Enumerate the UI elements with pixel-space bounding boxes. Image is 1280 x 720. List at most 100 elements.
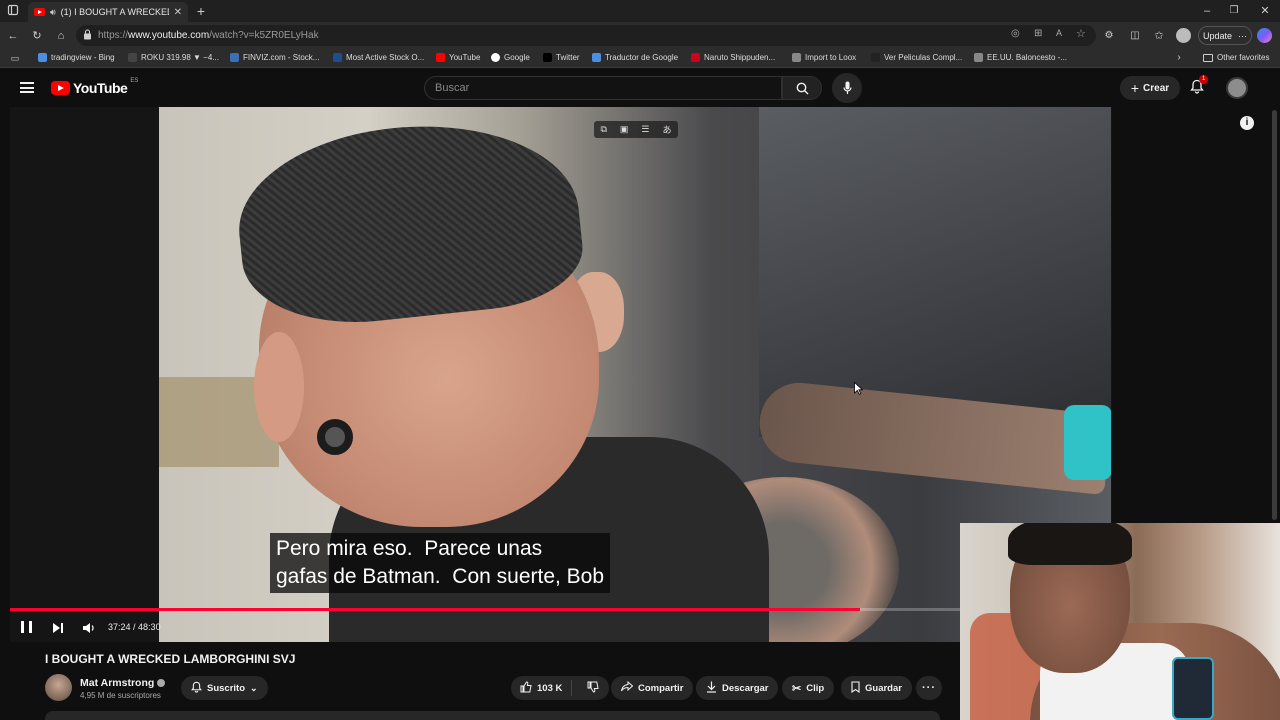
copilot-icon[interactable] — [1257, 28, 1272, 43]
reading-list-icon[interactable]: ▭ — [8, 51, 22, 65]
extensions-icon[interactable]: ⚙ — [1102, 29, 1116, 43]
share-button[interactable]: Compartir — [611, 676, 694, 700]
restore-icon[interactable]: ❐ — [1227, 4, 1241, 18]
bookmark-label: YouTube — [449, 53, 481, 62]
speaker-icon[interactable]: 🔊︎ — [50, 7, 56, 18]
s-icon — [691, 53, 700, 62]
ticker-icon — [128, 53, 137, 62]
youtube-header: YouTube ES Buscar + Crear 1 — [0, 68, 1280, 108]
volume-icon[interactable] — [82, 621, 96, 639]
chevron-down-icon: ⌄ — [250, 682, 258, 693]
create-label: Crear — [1143, 82, 1170, 94]
minimize-icon[interactable]: – — [1200, 4, 1214, 18]
subtitle-line-2: gafas de Batman. Con suerte, Bob — [276, 565, 605, 588]
other-favorites[interactable]: Other favorites — [1203, 53, 1269, 62]
bookmark-item[interactable]: Twitter — [543, 53, 580, 62]
page-icon — [974, 53, 983, 62]
save-button[interactable]: Guardar — [841, 676, 912, 700]
info-icon[interactable]: i — [1240, 116, 1254, 130]
home-icon[interactable]: ⌂ — [54, 29, 68, 43]
browser-tab-active[interactable]: 🔊︎ (1) I BOUGHT A WRECKED L... ✕ — [28, 2, 188, 22]
time-total: 48:30 — [138, 622, 161, 632]
subtitle-box: Pero mira eso. Parece unas gafas de Batm… — [270, 533, 611, 593]
menu-icon[interactable] — [20, 82, 34, 93]
progress-bar[interactable] — [10, 608, 1112, 611]
more-actions-button[interactable]: ··· — [916, 676, 942, 700]
update-button[interactable]: Update ··· — [1198, 26, 1252, 45]
split-screen-icon[interactable]: ◫ — [1128, 29, 1142, 43]
search-icon — [796, 82, 809, 100]
theater-icon[interactable]: ▣ — [620, 124, 629, 135]
other-favorites-label: Other favorites — [1217, 53, 1270, 62]
youtube-logo-text: YouTube — [73, 80, 128, 96]
ear-gauge — [317, 419, 353, 455]
download-button[interactable]: Descargar — [696, 676, 779, 700]
back-icon[interactable]: ← — [6, 29, 20, 43]
bookmark-item[interactable]: tradingview - Bing — [38, 53, 115, 62]
profile-avatar[interactable] — [1176, 28, 1191, 43]
like-button[interactable]: 103 K — [511, 680, 573, 696]
chevron-right-icon[interactable]: › — [1172, 51, 1186, 65]
bookmark-item[interactable]: Traductor de Google — [592, 53, 678, 62]
download-label: Descargar — [722, 682, 769, 694]
subscribed-button[interactable]: Suscrito ⌄ — [181, 676, 268, 700]
new-tab-icon[interactable]: + — [194, 4, 208, 18]
reload-icon[interactable]: ↻ — [30, 29, 44, 43]
bookmark-item[interactable]: Naruto Shippuden... — [691, 53, 775, 62]
bookmark-label: EE.UU. Baloncesto -... — [987, 53, 1068, 62]
video-player[interactable]: ⧉ ▣ ☰ あ Pero mira eso. Parece unas gafas… — [10, 107, 1112, 642]
app-available-icon[interactable]: ⊞ — [1034, 28, 1042, 39]
bookmark-item[interactable]: Most Active Stock O... — [333, 53, 424, 62]
captions-panel-icon[interactable]: ☰ — [641, 124, 649, 135]
bookmark-item[interactable]: Ver Peliculas Compl... — [871, 53, 962, 62]
region-code: ES — [130, 78, 139, 84]
page-scrollbar[interactable] — [1272, 110, 1277, 520]
bookmark-item[interactable]: ROKU 319.98 ▼ −4... — [128, 53, 219, 62]
presenter-ear — [254, 332, 304, 442]
clip-button[interactable]: ✂ Clip — [782, 676, 835, 700]
address-bar[interactable]: https://www.youtube.com/watch?v=k5ZR0ELy… — [76, 25, 1096, 46]
progress-bar-fill — [10, 608, 860, 611]
youtube-logo[interactable]: YouTube ES — [51, 78, 139, 96]
bookmark-label: Ver Peliculas Compl... — [884, 53, 963, 62]
bookmark-item[interactable]: EE.UU. Baloncesto -... — [974, 53, 1067, 62]
search-input[interactable]: Buscar — [424, 76, 782, 100]
notifications-button[interactable]: 1 — [1190, 75, 1209, 97]
bookmark-item[interactable]: Google — [491, 53, 530, 62]
translate-icon[interactable]: あ — [662, 123, 671, 136]
miniplayer-icon[interactable]: ⧉ — [600, 124, 606, 135]
bookmark-label: FINVIZ.com - Stock... — [243, 53, 320, 62]
tracking-prevention-icon[interactable]: ◎ — [1011, 28, 1020, 39]
verified-icon — [157, 679, 166, 687]
youtube-favicon-icon — [34, 8, 45, 16]
download-icon — [706, 681, 717, 696]
dislike-button[interactable] — [577, 681, 609, 696]
create-button[interactable]: + Crear — [1120, 76, 1180, 100]
read-aloud-icon[interactable]: A — [1056, 28, 1062, 38]
bell-icon — [191, 681, 202, 696]
favorite-star-icon[interactable]: ☆ — [1076, 27, 1086, 40]
tab-actions-icon[interactable] — [6, 4, 20, 18]
youtube-logo-icon — [51, 81, 70, 95]
channel-name-row[interactable]: Mat Armstrong — [80, 677, 166, 689]
url-host: www.youtube.com — [128, 30, 210, 41]
translate-icon — [592, 53, 601, 62]
account-avatar[interactable] — [1226, 77, 1248, 99]
bookmark-item[interactable]: YouTube — [436, 53, 480, 62]
next-icon[interactable] — [52, 621, 64, 639]
close-window-icon[interactable]: ✕ — [1258, 4, 1272, 18]
share-icon — [621, 680, 634, 695]
player-top-icons: ⧉ ▣ ☰ あ — [594, 121, 678, 138]
tab-close-icon[interactable]: ✕ — [174, 7, 182, 18]
search-button[interactable] — [782, 76, 822, 100]
favorites-icon[interactable]: ✩ — [1152, 29, 1166, 43]
pause-icon[interactable] — [21, 621, 32, 633]
blue-glove — [1064, 405, 1111, 480]
bookmark-item[interactable]: Import to Loox — [792, 53, 856, 62]
channel-avatar[interactable] — [45, 674, 72, 701]
bookmark-label: Twitter — [556, 53, 580, 62]
voice-search-button[interactable] — [832, 73, 862, 103]
bookmark-label: ROKU 319.98 ▼ −4... — [141, 53, 219, 62]
channel-name[interactable]: Mat Armstrong — [80, 677, 154, 689]
bookmark-item[interactable]: FINVIZ.com - Stock... — [230, 53, 319, 62]
